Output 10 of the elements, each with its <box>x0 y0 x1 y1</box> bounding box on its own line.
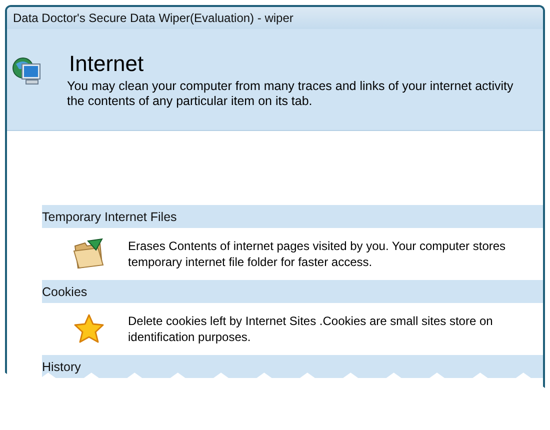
header-description: You may clean your computer from many traces and links of your internet activity the contents of any particular item on its tab. <box>67 79 514 109</box>
folder-icon <box>72 238 106 270</box>
category-description: Delete cookies left by Internet Sites .Cookies are small sites store on identification purposes. <box>128 313 493 345</box>
category-header[interactable]: Temporary Internet Files <box>42 205 543 228</box>
star-icon <box>74 314 104 344</box>
section-title: Internet <box>69 51 145 77</box>
window-title: Data Doctor's Secure Data Wiper(Evaluation) - wiper <box>7 7 543 29</box>
category-description: Erases Contents of internet pages visited by you. Your computer stores temporary internet file folder for faster access. <box>128 238 506 270</box>
category-header[interactable]: Cookies <box>42 280 543 303</box>
category-header[interactable]: History <box>42 355 543 378</box>
